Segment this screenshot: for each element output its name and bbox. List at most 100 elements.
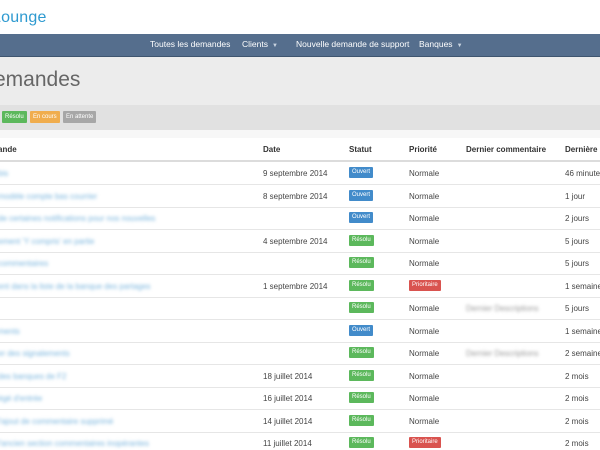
chevron-down-icon: ▼ (271, 43, 278, 49)
status-badge: Ouvert (349, 167, 374, 178)
nav-all-requests[interactable]: Toutes les demandes (150, 39, 230, 49)
request-subject-link[interactable]: des banques de F2 (0, 372, 67, 381)
page-header-band (0, 57, 600, 105)
last-modified: 5 jours (565, 304, 590, 313)
chevron-down-icon: ▼ (456, 43, 463, 49)
app-logo[interactable]: Lounge (0, 9, 47, 27)
table-row[interactable]: bis 9 septembre 2014 Ouvert Normale 46 minut… (0, 162, 600, 185)
status-badge: Résolu (349, 347, 374, 358)
table-row[interactable]: l'ancien section commentaires inopérante… (0, 432, 600, 450)
request-subject-link[interactable]: modèle compte bas courrier (0, 192, 97, 201)
filter-waiting-button[interactable]: En attente (63, 111, 97, 123)
request-priority: Normale (409, 236, 440, 246)
last-modified: 5 jours (565, 259, 590, 268)
last-modified: 2 mois (565, 394, 589, 403)
request-priority: Normale (409, 416, 440, 426)
table-row[interactable]: ement 'Y compris' en partie 4 septembre 2… (0, 230, 600, 253)
last-comment: Dernier Descriptions (466, 304, 539, 313)
request-priority: Normale (409, 169, 440, 178)
column-header-last-comment[interactable]: Dernier commentaire (466, 145, 546, 154)
last-modified: 2 mois (565, 439, 589, 448)
request-priority: Normale (409, 394, 440, 403)
table-header-row: ande Date Statut Priorité Dernier commen… (0, 138, 600, 162)
priority-badge: Prioritaire (409, 279, 441, 291)
last-modified: 2 mois (565, 416, 589, 426)
request-date: 8 septembre 2014 (263, 191, 328, 201)
column-header-priority[interactable]: Priorité (409, 145, 437, 154)
last-modified: 2 jours (565, 214, 590, 223)
status-badge: Résolu (349, 302, 374, 313)
request-subject-link[interactable]: commentaires (0, 259, 48, 268)
status-badge: Ouvert (349, 324, 374, 336)
table-row[interactable]: ent dans la liste de la banque des parta… (0, 275, 600, 298)
request-subject-link[interactable]: l'ancien section commentaires inopérante… (0, 439, 149, 448)
column-header-request[interactable]: ande (0, 145, 17, 154)
request-priority: Normale (409, 191, 440, 201)
nav-banks-label: Banques (419, 39, 453, 49)
table-row[interactable]: de certaines notifications pour nos nouv… (0, 207, 600, 230)
request-priority: Normale (409, 371, 440, 381)
request-subject-link[interactable]: l'ajout de commentaire supprimé (0, 417, 113, 426)
table-row[interactable]: Résolu Normale Dernier Descriptions 5 jours (0, 297, 600, 320)
request-date: 16 juillet 2014 (263, 394, 313, 403)
request-priority: Normale (409, 259, 440, 268)
table-row[interactable]: égé d'entrée 16 juillet 2014 Résolu Normale… (0, 387, 600, 410)
table-row[interactable]: commentaires Résolu Normale 5 jours (0, 252, 600, 275)
nav-all-requests-label: Toutes les demandes (150, 39, 231, 49)
status-badge: Ouvert (349, 212, 374, 223)
status-badge: Résolu (349, 392, 374, 403)
request-subject-link[interactable]: ments (0, 327, 20, 336)
column-header-last-modified[interactable]: Dernière m (565, 145, 600, 154)
main-navbar: Toutes les demandes Clients ▼ Nouvelle de… (0, 34, 600, 57)
request-priority: Normale (409, 349, 440, 358)
request-priority: Normale (409, 326, 440, 336)
last-modified: 2 mois (565, 371, 589, 381)
table-row[interactable]: des banques de F2 18 juillet 2014 Résolu No… (0, 365, 600, 388)
request-date: 14 juillet 2014 (263, 416, 313, 426)
request-priority: Normale (409, 214, 440, 223)
request-subject-link[interactable]: égé d'entrée (0, 394, 42, 403)
last-modified: 5 jours (565, 236, 590, 246)
table-row[interactable]: modèle compte bas courrier 8 septembre 20… (0, 185, 600, 208)
nav-clients-label: Clients (242, 39, 268, 49)
request-subject-link[interactable]: de certaines notifications pour nos nouv… (0, 214, 155, 223)
filter-in-progress-button[interactable]: En cours (30, 111, 60, 123)
column-header-date[interactable]: Date (263, 145, 280, 154)
last-modified: 1 jour (565, 191, 586, 201)
status-badge: Résolu (349, 414, 374, 426)
request-subject-link[interactable]: er des signalements (0, 349, 70, 358)
request-date: 1 septembre 2014 (263, 281, 328, 291)
status-badge: Ouvert (349, 189, 374, 201)
requests-table: ande Date Statut Priorité Dernier commen… (0, 138, 600, 450)
request-date: 11 juillet 2014 (263, 439, 312, 448)
request-subject-link[interactable]: bis (0, 169, 8, 178)
last-modified: 46 minutes (565, 169, 600, 178)
status-badge: Résolu (349, 437, 374, 448)
request-subject-link[interactable]: ement 'Y compris' en partie (0, 237, 94, 246)
status-badge: Résolu (349, 234, 374, 246)
last-modified: 2 semaines (565, 349, 600, 358)
request-date: 9 septembre 2014 (263, 169, 328, 178)
request-date: 4 septembre 2014 (263, 236, 328, 246)
filter-resolved-button[interactable]: Résolu (2, 111, 27, 123)
top-header: Lounge (0, 0, 600, 34)
status-badge: Résolu (349, 369, 374, 381)
page-title: emandes (0, 68, 81, 91)
status-badge: Résolu (349, 257, 374, 268)
nav-new-support-request-label: Nouvelle demande de support (296, 39, 410, 49)
last-modified: 1 semaine (565, 281, 600, 291)
request-date: 18 juillet 2014 (263, 371, 313, 381)
priority-badge: Prioritaire (409, 437, 441, 448)
status-badge: Résolu (349, 279, 374, 291)
request-subject-link[interactable]: ent dans la liste de la banque des parta… (0, 282, 151, 291)
column-header-status[interactable]: Statut (349, 145, 372, 154)
table-row[interactable]: l'ajout de commentaire supprimé 14 juille… (0, 410, 600, 433)
table-row[interactable]: ments Ouvert Normale 1 semaine (0, 320, 600, 343)
table-row[interactable]: er des signalements Résolu Normale Dernier … (0, 342, 600, 365)
nav-new-support-request[interactable]: Nouvelle demande de support (296, 39, 409, 49)
request-priority: Normale (409, 304, 440, 313)
nav-banks-dropdown[interactable]: Banques ▼ (419, 39, 463, 49)
last-modified: 1 semaine (565, 326, 600, 336)
nav-clients-dropdown[interactable]: Clients ▼ (242, 39, 278, 49)
last-comment: Dernier Descriptions (466, 349, 539, 358)
